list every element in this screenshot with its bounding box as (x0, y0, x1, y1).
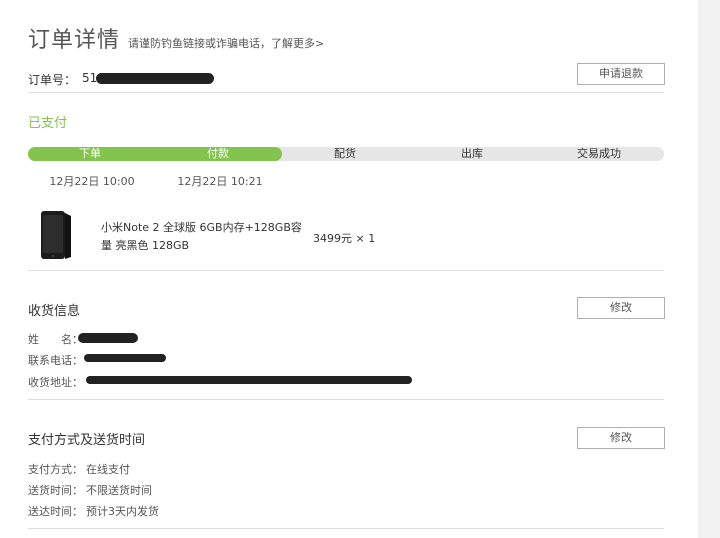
divider (28, 92, 664, 93)
arrival-time-value: 预计3天内发货 (86, 505, 159, 518)
scroll-gutter (698, 0, 720, 538)
order-number-row: 订单号： 51 申请退款 (28, 63, 665, 92)
redaction-mark (84, 354, 166, 362)
progress-step: 出库 (461, 147, 483, 160)
learn-more-link[interactable]: 了解更多> (271, 35, 324, 51)
shipping-section-title: 收货信息 (28, 304, 81, 319)
redaction-mark (86, 376, 412, 384)
progress-step-time: 12月22日 10:00 (49, 175, 135, 188)
delivery-time-value: 不限送货时间 (86, 484, 152, 497)
progress-step: 下单 (79, 147, 101, 160)
redaction-mark (96, 73, 214, 84)
divider (28, 399, 664, 400)
address-label: 收货地址： (28, 376, 83, 389)
edit-payment-button[interactable]: 修改 (577, 427, 665, 449)
order-number-value: 51 (82, 71, 98, 85)
redaction-mark (78, 333, 138, 343)
progress-step: 付款 (207, 147, 229, 160)
product-phone-image[interactable] (40, 210, 72, 260)
recipient-name-label: 姓 名： (28, 333, 83, 346)
order-number-label: 订单号： (28, 73, 77, 87)
payment-method-value: 在线支付 (86, 463, 130, 476)
divider (28, 270, 664, 271)
progress-step: 配货 (334, 147, 356, 160)
product-name[interactable]: 小米Note 2 全球版 6GB内存+128GB容量 亮黑色 128GB (101, 219, 311, 255)
edit-shipping-button[interactable]: 修改 (577, 297, 665, 319)
divider (28, 528, 664, 529)
phone-label: 联系电话： (28, 354, 83, 367)
delivery-time-label: 送货时间： (28, 484, 83, 497)
page-header: 订单详情 请谨防钓鱼链接或诈骗电话， 了解更多> (28, 22, 324, 53)
progress-step: 交易成功 (577, 147, 621, 160)
payment-section-title: 支付方式及送货时间 (28, 433, 146, 448)
payment-method-label: 支付方式： (28, 463, 83, 476)
order-progress-bar: 下单 付款 配货 出库 交易成功 (28, 147, 664, 161)
refund-button[interactable]: 申请退款 (577, 63, 665, 85)
progress-step-time: 12月22日 10:21 (177, 175, 263, 188)
page-title: 订单详情 (28, 28, 121, 53)
product-price: 3499元 × 1 (313, 232, 376, 245)
order-status: 已支付 (28, 116, 68, 131)
arrival-time-label: 送达时间： (28, 505, 83, 518)
phishing-warning: 请谨防钓鱼链接或诈骗电话， (128, 37, 272, 50)
